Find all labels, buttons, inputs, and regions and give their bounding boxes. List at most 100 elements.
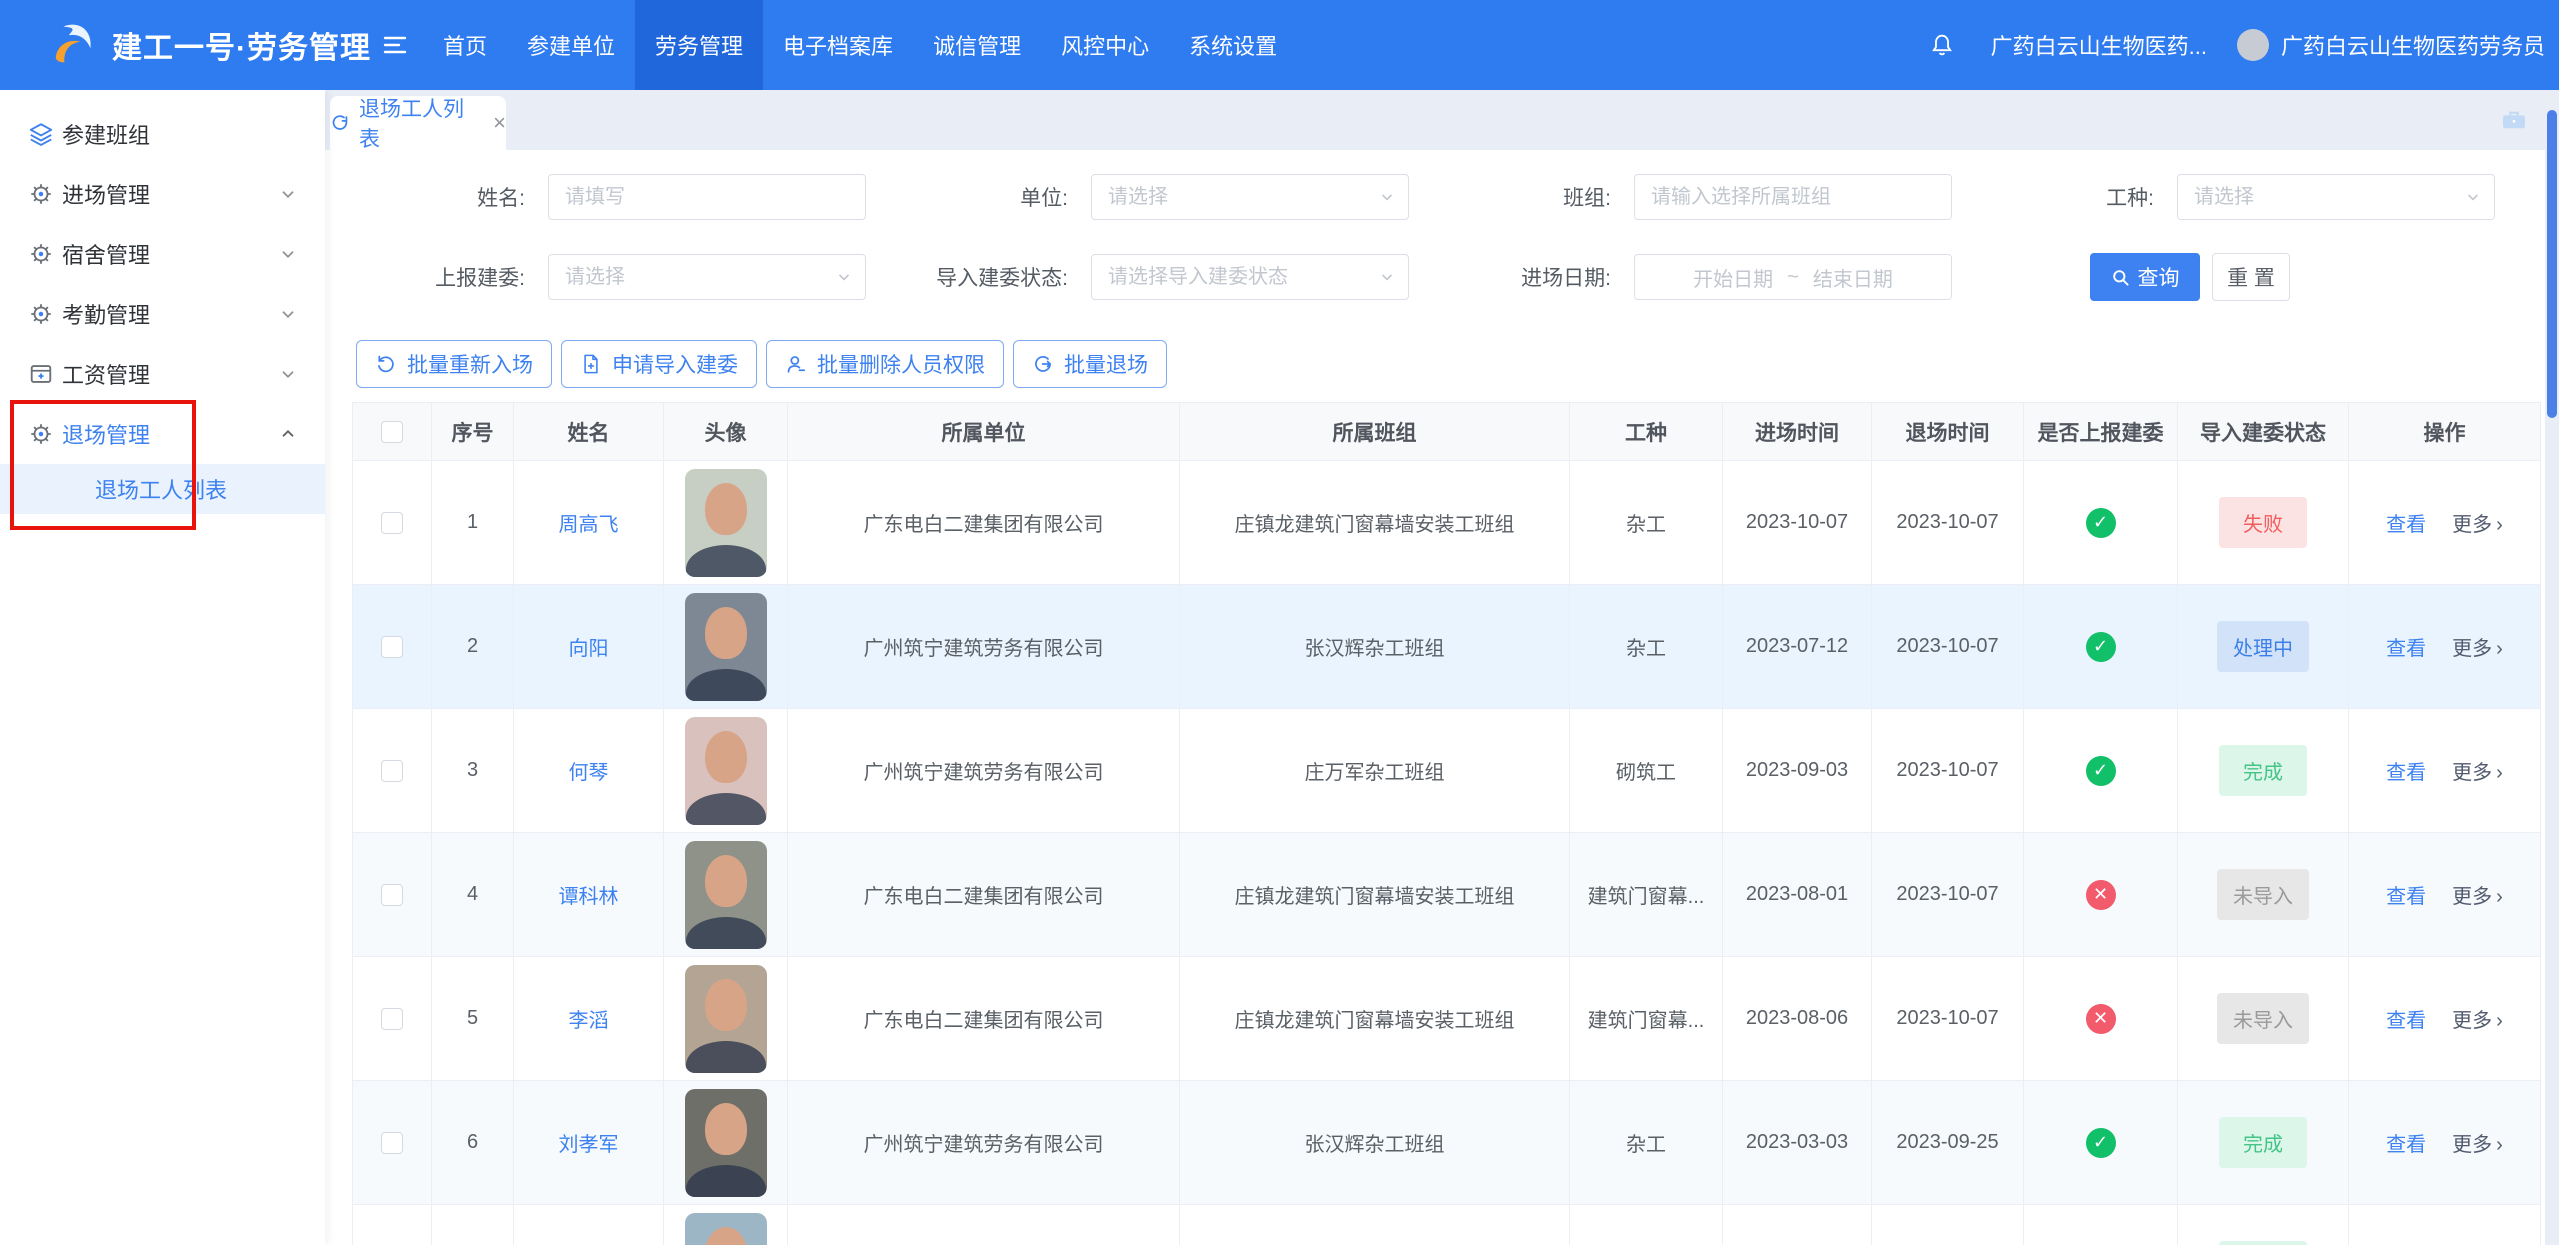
sidebar-item-entry[interactable]: 进场管理 <box>0 164 325 224</box>
project-name[interactable]: 广药白云山生物医药... <box>1991 29 2207 61</box>
more-link[interactable]: 更多 <box>2452 886 2503 908</box>
more-link[interactable]: 更多 <box>2452 514 2503 536</box>
trade-filter-select[interactable] <box>2177 174 2495 220</box>
import-status-badge: 处理中 <box>2217 621 2309 672</box>
tab-bar: 退场工人列表 × <box>325 90 2545 150</box>
select-all-checkbox[interactable] <box>381 421 403 443</box>
row-checkbox[interactable] <box>381 636 403 658</box>
column-header-photo: 头像 <box>664 403 788 461</box>
view-link[interactable]: 查看 <box>2386 1010 2426 1032</box>
view-link[interactable]: 查看 <box>2386 638 2426 660</box>
reported-icon: ✓ <box>2086 508 2116 538</box>
worker-photo[interactable] <box>685 593 767 701</box>
import-status-badge: 失败 <box>2219 497 2307 548</box>
worker-photo[interactable] <box>685 1213 767 1245</box>
more-link[interactable]: 更多 <box>2452 1134 2503 1156</box>
nav-item-integrity[interactable]: 诚信管理 <box>913 0 1041 90</box>
nav-item-settings[interactable]: 系统设置 <box>1169 0 1297 90</box>
column-header-no: 序号 <box>432 403 514 461</box>
layers-icon <box>28 121 54 147</box>
collapse-menu-icon[interactable] <box>371 0 423 90</box>
notification-bell-icon[interactable] <box>1929 32 1955 58</box>
nav-item-units[interactable]: 参建单位 <box>507 0 635 90</box>
table-row: 7 龙月闩 广州筑宁建筑劳务有限公司 李雨清杂工班组 杂工 2023-05-07… <box>353 1205 2541 1245</box>
trade-cell: 砌筑工 <box>1570 709 1723 833</box>
more-link[interactable]: 更多 <box>2452 1010 2503 1032</box>
nav-item-home[interactable]: 首页 <box>423 0 507 90</box>
worker-name-link[interactable]: 刘孝军 <box>559 1134 619 1156</box>
tab-label: 退场工人列表 <box>359 93 484 153</box>
nav-item-labor[interactable]: 劳务管理 <box>635 0 763 90</box>
name-filter-input[interactable] <box>548 174 866 220</box>
import-status-filter-select[interactable] <box>1091 254 1409 300</box>
worker-name-link[interactable]: 向阳 <box>569 638 609 660</box>
row-checkbox[interactable] <box>381 512 403 534</box>
gear-icon <box>28 181 54 207</box>
sidebar-item-attendance[interactable]: 考勤管理 <box>0 284 325 344</box>
view-link[interactable]: 查看 <box>2386 1134 2426 1156</box>
view-link[interactable]: 查看 <box>2386 886 2426 908</box>
view-link[interactable]: 查看 <box>2386 762 2426 784</box>
row-checkbox[interactable] <box>381 1132 403 1154</box>
worker-photo[interactable] <box>685 1089 767 1197</box>
batch-exit-button[interactable]: 批量退场 <box>1013 340 1167 388</box>
team-cell: 庄镇龙建筑门窗幕墙安装工班组 <box>1180 833 1570 957</box>
sidebar-item-exit[interactable]: 退场管理 <box>0 404 325 464</box>
more-link[interactable]: 更多 <box>2452 762 2503 784</box>
tab-close-icon[interactable]: × <box>493 112 506 134</box>
entry-date-range-picker[interactable]: 开始日期 ~ 结束日期 <box>1634 254 1952 300</box>
worker-name-link[interactable]: 李滔 <box>569 1010 609 1032</box>
reported-icon: ✓ <box>2086 756 2116 786</box>
worker-photo[interactable] <box>685 841 767 949</box>
row-checkbox[interactable] <box>381 760 403 782</box>
chevron-down-icon <box>279 245 297 263</box>
user-name[interactable]: 广药白云山生物医药劳务员 <box>2281 29 2545 61</box>
row-number: 1 <box>432 461 514 585</box>
exit-date-cell: 2023-10-07 <box>1872 833 2024 957</box>
row-checkbox[interactable] <box>381 1008 403 1030</box>
batch-reentry-button[interactable]: 批量重新入场 <box>356 340 552 388</box>
nav-item-risk[interactable]: 风控中心 <box>1041 0 1169 90</box>
column-header-import-status: 导入建委状态 <box>2178 403 2349 461</box>
batch-action-bar: 批量重新入场 申请导入建委 <box>356 340 2545 388</box>
row-checkbox[interactable] <box>381 884 403 906</box>
worker-table-body: 1 周高飞 广东电白二建集团有限公司 庄镇龙建筑门窗幕墙安装工班组 杂工 202… <box>353 461 2541 1245</box>
apply-import-button[interactable]: 申请导入建委 <box>561 340 757 388</box>
reported-icon: ✕ <box>2086 1004 2116 1034</box>
sidebar-item-exit-worker-list[interactable]: 退场工人列表 <box>0 464 325 514</box>
team-filter-input[interactable] <box>1634 174 1952 220</box>
worker-photo[interactable] <box>685 965 767 1073</box>
team-cell: 张汉辉杂工班组 <box>1180 585 1570 709</box>
worker-photo[interactable] <box>685 469 767 577</box>
reset-button[interactable]: 重 置 <box>2212 253 2290 301</box>
worker-name-link[interactable]: 周高飞 <box>559 514 619 536</box>
user-avatar[interactable] <box>2237 29 2269 61</box>
sidebar-item-wages[interactable]: 工资管理 <box>0 344 325 404</box>
wallet-icon <box>28 361 54 387</box>
briefcase-icon[interactable] <box>2501 109 2527 131</box>
batch-remove-permission-button[interactable]: 批量删除人员权限 <box>766 340 1004 388</box>
column-header-company: 所属单位 <box>788 403 1180 461</box>
search-button[interactable]: 查询 <box>2090 253 2200 301</box>
tab-exit-worker-list[interactable]: 退场工人列表 × <box>330 96 506 150</box>
sidebar-item-dormitory[interactable]: 宿舍管理 <box>0 224 325 284</box>
table-row: 2 向阳 广州筑宁建筑劳务有限公司 张汉辉杂工班组 杂工 2023-07-12 … <box>353 585 2541 709</box>
team-cell: 张汉辉杂工班组 <box>1180 1081 1570 1205</box>
exit-date-cell: 2023-09-30 <box>1872 1205 2024 1245</box>
app-window: 建工一号·劳务管理 首页 参建单位 劳务管理 电子档案库 诚信管理 风控中心 系… <box>0 0 2559 1245</box>
unit-filter-select[interactable] <box>1091 174 1409 220</box>
enter-date-cell: 2023-08-06 <box>1723 957 1872 1081</box>
import-status-badge: 未导入 <box>2217 993 2309 1044</box>
report-filter-select[interactable] <box>548 254 866 300</box>
worker-name-link[interactable]: 谭科林 <box>559 886 619 908</box>
worker-name-link[interactable]: 何琴 <box>569 762 609 784</box>
worker-photo[interactable] <box>685 717 767 825</box>
view-link[interactable]: 查看 <box>2386 514 2426 536</box>
more-link[interactable]: 更多 <box>2452 638 2503 660</box>
vertical-scrollbar-thumb[interactable] <box>2547 110 2557 418</box>
company-cell: 广州筑宁建筑劳务有限公司 <box>788 709 1180 833</box>
sidebar-item-teams[interactable]: 参建班组 <box>0 104 325 164</box>
nav-item-archives[interactable]: 电子档案库 <box>763 0 913 90</box>
enter-date-cell: 2023-07-12 <box>1723 585 1872 709</box>
company-cell: 广州筑宁建筑劳务有限公司 <box>788 1205 1180 1245</box>
